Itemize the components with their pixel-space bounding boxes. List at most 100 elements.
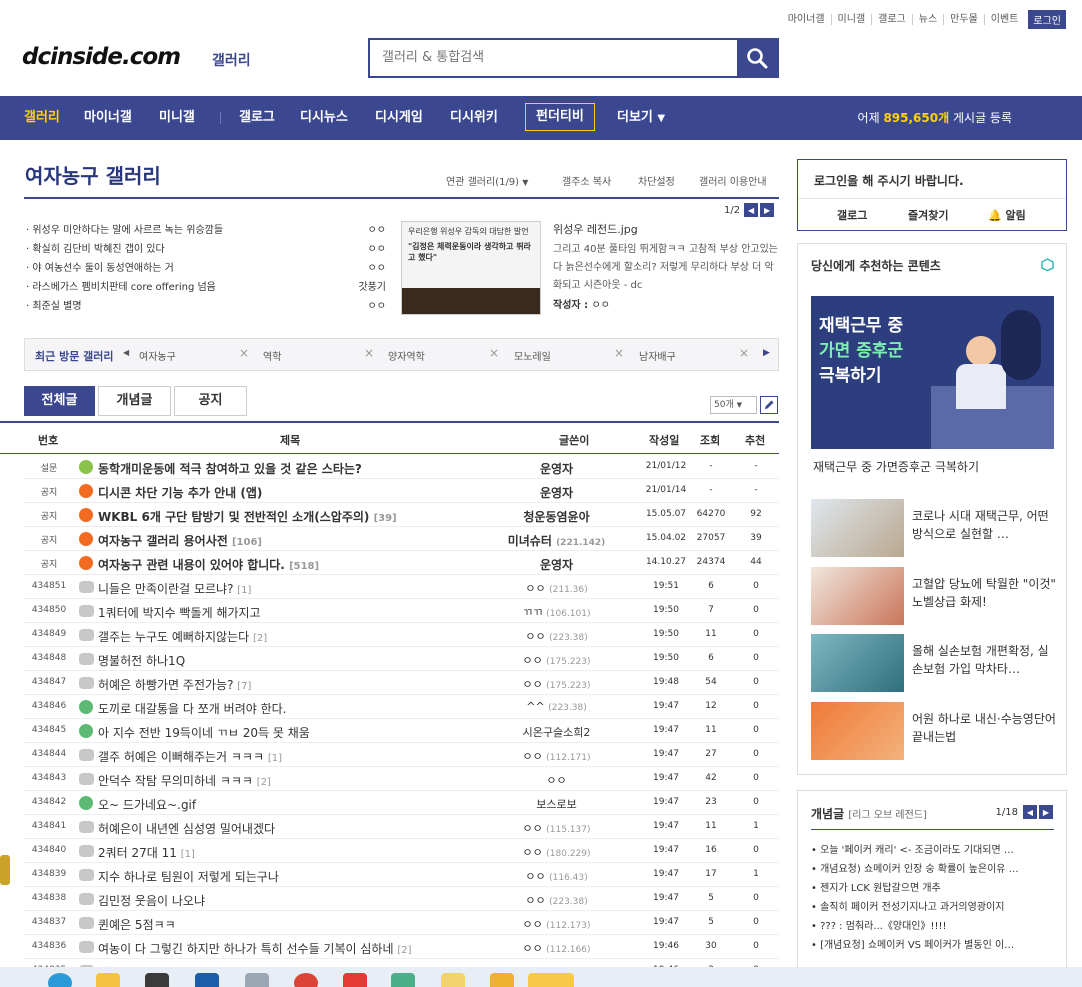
nav-more[interactable]: 더보기 ▼	[617, 96, 665, 140]
post-title[interactable]: 동학개미운동에 적극 참여하고 있을 것 같은 스타는?	[98, 460, 362, 477]
banner-caption[interactable]: 재택근무 중 가면증후군 극복하기	[813, 458, 979, 475]
table-row[interactable]: 434838 김민정 웃음이 나오냐 ㅇㅇ (223.38) 19:47 5 0	[24, 887, 779, 911]
nav-dcwiki[interactable]: 디시위키	[450, 96, 498, 140]
mail-icon[interactable]	[195, 973, 219, 987]
recommend-item[interactable]: 올해 실손보험 개편확정, 실손보험 가입 막차타…	[811, 634, 1054, 692]
prev-page-button[interactable]: ◀	[744, 203, 759, 217]
reply-count[interactable]: [7]	[237, 681, 251, 692]
post-writer[interactable]: 운영자	[494, 484, 619, 501]
recommend-item[interactable]: 코로나 시대 재택근무, 어떤 방식으로 실현할 …	[811, 499, 1054, 557]
toplink-gallog[interactable]: 갤로그	[871, 14, 912, 25]
recent-item[interactable]: 양자역학	[388, 348, 425, 363]
recommend-item[interactable]: 고혈압 당뇨에 탁월한 "이것" 노벨상급 화제!	[811, 567, 1056, 625]
post-title[interactable]: 디시콘 차단 기능 추가 안내 (앱)	[98, 484, 262, 501]
tab-concept[interactable]: 개념글	[98, 386, 171, 416]
prev-page-button[interactable]: ◀	[1023, 805, 1037, 819]
table-row[interactable]: 434849 갤주는 누구도 예뻐하지않는다 [2] ㅇㅇ (223.38) 19:5…	[24, 623, 779, 647]
post-writer[interactable]: ^^ (223.38)	[494, 700, 619, 713]
post-title[interactable]: 갤주는 누구도 예뻐하지않는다 [2]	[98, 628, 267, 645]
issue-item[interactable]: · 위성우 미안하다는 말에 사르르 녹는 위승깜들 ㅇㅇ	[26, 221, 386, 240]
post-title[interactable]: 아 지수 전반 19득이네 ㄲㅂ 20득 못 채움	[98, 724, 310, 741]
issue-item[interactable]: · 최준실 별명 ㅇㅇ	[26, 297, 386, 316]
table-row[interactable]: 434844 갤주 허예은 이뻐해주는거 ㅋㅋㅋ [1] ㅇㅇ (112.171) 1…	[24, 743, 779, 767]
post-title[interactable]: 오~ 드가네요~.gif	[98, 796, 196, 813]
table-row[interactable]: 434850 1쿼터에 박지수 빡돌게 해가지고 ㄲㄲ (106.101) 19:5…	[24, 599, 779, 623]
related-gallery-link[interactable]: 연관 갤러리(1/9) ▼	[446, 173, 528, 188]
reply-count[interactable]: [1]	[268, 753, 282, 764]
post-writer[interactable]: ㅇㅇ (175.223)	[494, 676, 619, 692]
edge-icon[interactable]	[48, 973, 72, 987]
folder-icon[interactable]	[96, 973, 120, 987]
issue-item[interactable]: · 야 여농선수 둘이 동성연애하는 거 ㅇㅇ	[26, 259, 386, 278]
app-icon[interactable]	[391, 973, 415, 987]
reply-count[interactable]: [39]	[374, 513, 397, 524]
chrome-icon[interactable]	[294, 973, 318, 987]
nav-dcgame[interactable]: 디시게임	[375, 96, 423, 140]
concept-item[interactable]: • 개념요청) 쇼메이커 인장 숭 확률이 높은이유 …	[811, 860, 1057, 879]
app-icon[interactable]	[490, 973, 514, 987]
post-writer[interactable]: ㅇㅇ (112.173)	[494, 916, 619, 932]
copy-address-link[interactable]: 갤주소 복사	[562, 173, 611, 188]
table-row[interactable]: 434842 오~ 드가네요~.gif 보스로보 19:47 23 0	[24, 791, 779, 815]
concept-item[interactable]: • [개념요청] 쇼메이커 VS 페이커가 별동인 이…	[811, 936, 1057, 955]
post-title[interactable]: 여자농구 관련 내용이 있어야 합니다. [518]	[98, 556, 319, 573]
table-row[interactable]: 434841 허예은이 내년엔 심성영 밀어내겠다 ㅇㅇ (115.137) 19:…	[24, 815, 779, 839]
recommend-item[interactable]: 어원 하나로 내신·수능영단어 끝내는법	[811, 702, 1056, 760]
post-title[interactable]: 도끼로 대갈통을 다 쪼개 버려야 한다.	[98, 700, 287, 717]
post-writer[interactable]: ㅇㅇ (211.36)	[494, 580, 619, 596]
feature-text[interactable]: 위성우 레전드.jpg 그리고 40분 풀타임 뛰게함ㅋㅋ 고참적 부상 안고있…	[553, 221, 778, 315]
post-writer[interactable]: 운영자	[494, 460, 619, 477]
post-writer[interactable]: ㅇㅇ (223.38)	[494, 892, 619, 908]
write-button[interactable]	[760, 396, 778, 414]
table-row[interactable]: 434851 니들은 만족이란걸 모르냐? [1] ㅇㅇ (211.36) 19:51…	[24, 575, 779, 599]
reply-count[interactable]: [518]	[289, 561, 319, 572]
top-login-button[interactable]: 로그인	[1028, 10, 1066, 29]
post-title[interactable]: 허예은이 내년엔 심성영 밀어내겠다	[98, 820, 275, 837]
post-title[interactable]: 퀸예은 5점ㅋㅋ	[98, 916, 176, 933]
close-icon[interactable]: ×	[739, 346, 749, 360]
post-title[interactable]: WKBL 6개 구단 탐방기 및 전반적인 소개(스압주의) [39]	[98, 508, 397, 525]
issue-item[interactable]: · 확실히 김단비 박혜진 갭이 있다 ㅇㅇ	[26, 240, 386, 259]
post-title[interactable]: 여자농구 갤러리 용어사전 [106]	[98, 532, 262, 549]
post-writer[interactable]: ㅇㅇ (223.38)	[494, 628, 619, 644]
reply-count[interactable]: [2]	[253, 633, 267, 644]
gallery-title[interactable]: 여자농구 갤러리	[25, 160, 161, 189]
next-page-button[interactable]: ▶	[1039, 805, 1053, 819]
site-logo[interactable]: dcinside.com	[22, 44, 181, 70]
table-row[interactable]: 434836 여농이 다 그렇긴 하지만 하나가 특히 선수들 기복이 심하네 […	[24, 935, 779, 959]
post-writer[interactable]: 보스로보	[494, 796, 619, 812]
nav-minor-gallery[interactable]: 마이너갤	[84, 96, 132, 140]
post-writer[interactable]: 운영자	[494, 556, 619, 573]
feature-thumbnail[interactable]: 우리은행 위성우 감독의 대담한 발언 "김정은 체력운동이라 생각하고 뛰라고…	[401, 221, 541, 315]
close-icon[interactable]: ×	[614, 346, 624, 360]
login-favorites-link[interactable]: 즐겨찾기	[908, 207, 948, 223]
table-row[interactable]: 434843 안덕수 작탐 무의미하네 ㅋㅋㅋ [2] ㅇㅇ 19:47 42 0	[24, 767, 779, 791]
nav-dcnews[interactable]: 디시뉴스	[300, 96, 348, 140]
post-title[interactable]: 김민정 웃음이 나오냐	[98, 892, 205, 909]
table-row[interactable]: 434848 명불허전 하나1Q ㅇㅇ (175.223) 19:50 6 0	[24, 647, 779, 671]
concept-item[interactable]: • 솔직히 페이커 전성기지나고 과거의영광이지	[811, 898, 1057, 917]
post-title[interactable]: 안덕수 작탐 무의미하네 ㅋㅋㅋ [2]	[98, 772, 271, 789]
gallery-guide-link[interactable]: 갤러리 이용안내	[699, 173, 767, 188]
login-alarm-link[interactable]: 🔔 알림	[988, 207, 1026, 223]
nav-gallog[interactable]: 갤로그	[239, 96, 275, 140]
post-title[interactable]: 허예은 하빵가면 주전가능? [7]	[98, 676, 251, 693]
post-title[interactable]: 갤주 허예은 이뻐해주는거 ㅋㅋㅋ [1]	[98, 748, 282, 765]
chevron-left-icon[interactable]: ◀	[123, 348, 129, 357]
post-writer[interactable]: ㄲㄲ (106.101)	[494, 604, 619, 620]
post-title[interactable]: 지수 하나로 팀원이 저렇게 되는구나	[98, 868, 279, 885]
nav-funder-tv[interactable]: 펀더티비	[525, 103, 595, 131]
notice-row[interactable]: 공지 여자농구 갤러리 용어사전 [106] 미녀슈터 (221.142) 15.04…	[24, 527, 779, 551]
toplink-mall[interactable]: 만두몰	[943, 14, 984, 25]
app-icon[interactable]	[343, 973, 367, 987]
close-icon[interactable]: ×	[239, 346, 249, 360]
reply-count[interactable]: [1]	[181, 849, 195, 860]
login-message[interactable]: 로그인을 해 주시기 바랍니다.	[814, 172, 964, 189]
table-row[interactable]: 434847 허예은 하빵가면 주전가능? [7] ㅇㅇ (175.223) 19:4…	[24, 671, 779, 695]
reply-count[interactable]: [2]	[397, 945, 411, 956]
kakao-icon[interactable]	[528, 973, 574, 987]
post-title[interactable]: 2쿼터 27대 11 [1]	[98, 844, 195, 861]
reply-count[interactable]: [2]	[257, 777, 271, 788]
nav-mini-gallery[interactable]: 미니갤	[159, 96, 195, 140]
recent-item[interactable]: 역학	[263, 348, 281, 363]
